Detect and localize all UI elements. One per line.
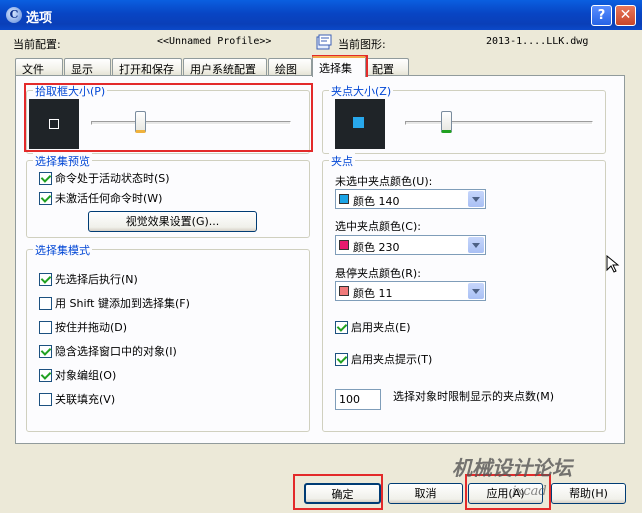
no-command-checkbox[interactable]: 未激活任何命令时(W) [39,192,162,206]
drawing-icon [316,34,332,50]
grips-group: 夹点 未选中夹点颜色(U): 颜色 140 选中夹点颜色(C): 颜色 230 … [322,153,606,432]
grip-limit-input[interactable]: 100 [335,389,381,410]
help-button[interactable]: 帮助(H) [551,483,626,504]
window-title: 选项 [26,11,53,26]
close-window-button[interactable]: ✕ [615,5,636,26]
mouse-cursor-icon [606,255,620,273]
enable-grip-tips-check-icon[interactable] [335,353,348,366]
unselected-color-swatch [339,194,349,204]
tab-drafting[interactable]: 绘图 [268,58,312,76]
selected-color-swatch [339,240,349,250]
command-active-check-icon[interactable] [39,172,52,185]
tab-open-save[interactable]: 打开和保存 [112,58,182,76]
selected-grip-color-label: 选中夹点颜色(C): [335,220,421,233]
shift-add-checkbox[interactable]: 用 Shift 键添加到选择集(F) [39,297,190,311]
tab-display[interactable]: 显示 [64,58,111,76]
hover-color-swatch [339,286,349,296]
selection-modes-title: 选择集模式 [33,242,92,258]
pickbox-slider[interactable] [85,109,297,137]
grip-size-slider[interactable] [399,109,599,137]
pickbox-square-icon [49,119,59,129]
pickbox-size-title: 拾取框大小(P) [33,83,108,99]
chevron-down-icon[interactable] [468,237,484,253]
no-command-check-icon[interactable] [39,192,52,205]
ok-button[interactable]: 确定 [304,483,381,504]
shift-add-check-icon[interactable] [39,297,52,310]
unselected-grip-color-label: 未选中夹点颜色(U): [335,175,433,188]
help-window-button[interactable]: ? [591,5,612,26]
enable-grip-tips-checkbox[interactable]: 启用夹点提示(T) [335,353,432,367]
noun-verb-selection-checkbox[interactable]: 先选择后执行(N) [39,273,138,287]
pickbox-slider-track [91,121,291,125]
pickbox-size-group: 拾取框大小(P) [26,83,310,154]
tab-selection[interactable]: 选择集 [312,56,366,77]
grip-size-title: 夹点大小(Z) [329,83,394,99]
grip-slider-track [405,121,593,125]
grip-preview [335,99,385,149]
grip-size-slider-thumb[interactable] [441,111,452,133]
hover-grip-color-label: 悬停夹点颜色(R): [335,267,421,280]
tab-files[interactable]: 文件 [15,58,63,76]
implied-window-check-icon[interactable] [39,345,52,358]
tab-profiles[interactable]: 配置 [365,58,409,76]
grip-square-icon [353,117,364,128]
unselected-grip-color-select[interactable]: 颜色 140 [335,189,486,209]
selection-modes-group: 选择集模式 先选择后执行(N) 用 Shift 键添加到选择集(F) 按住并拖动… [26,242,310,432]
current-profile-label: 当前配置: [13,38,61,51]
grips-title: 夹点 [329,153,355,169]
enable-grips-check-icon[interactable] [335,321,348,334]
selected-grip-color-select[interactable]: 颜色 230 [335,235,486,255]
chevron-down-icon[interactable] [468,191,484,207]
current-profile-value: <<Unnamed Profile>> [157,36,272,47]
current-drawing-label: 当前图形: [338,38,386,51]
selection-preview-title: 选择集预览 [33,153,92,169]
app-icon: C [6,7,22,23]
cancel-button[interactable]: 取消 [388,483,463,504]
chevron-down-icon[interactable] [468,283,484,299]
associative-hatch-checkbox[interactable]: 关联填充(V) [39,393,115,407]
press-drag-check-icon[interactable] [39,321,52,334]
watermark-site-text: jxcad [512,484,547,499]
title-bar: C 选项 ? ✕ [0,0,642,30]
associative-hatch-check-icon[interactable] [39,393,52,406]
press-drag-checkbox[interactable]: 按住并拖动(D) [39,321,127,335]
selection-panel: 拾取框大小(P) 夹点大小(Z) 选择集预览 命令处于活动状态时(S) 未激活任… [15,75,625,444]
selection-preview-group: 选择集预览 命令处于活动状态时(S) 未激活任何命令时(W) 视觉效果设置(G)… [26,153,310,238]
noun-verb-check-icon[interactable] [39,273,52,286]
enable-grips-checkbox[interactable]: 启用夹点(E) [335,321,411,335]
object-grouping-checkbox[interactable]: 对象编组(O) [39,369,116,383]
pickbox-preview [29,99,79,149]
tab-user-preferences[interactable]: 用户系统配置 [183,58,267,76]
implied-window-checkbox[interactable]: 隐含选择窗口中的对象(I) [39,345,177,359]
grip-size-group: 夹点大小(Z) [322,83,606,154]
hover-grip-color-select[interactable]: 颜色 11 [335,281,486,301]
grip-limit-label: 选择对象时限制显示的夹点数(M) [393,390,555,403]
visual-effect-settings-button[interactable]: 视觉效果设置(G)... [88,211,257,232]
object-grouping-check-icon[interactable] [39,369,52,382]
command-active-checkbox[interactable]: 命令处于活动状态时(S) [39,172,170,186]
current-drawing-value: 2013-1....LLK.dwg [486,36,589,47]
watermark-text: 机械设计论坛 [452,456,572,480]
pickbox-slider-thumb[interactable] [135,111,146,133]
